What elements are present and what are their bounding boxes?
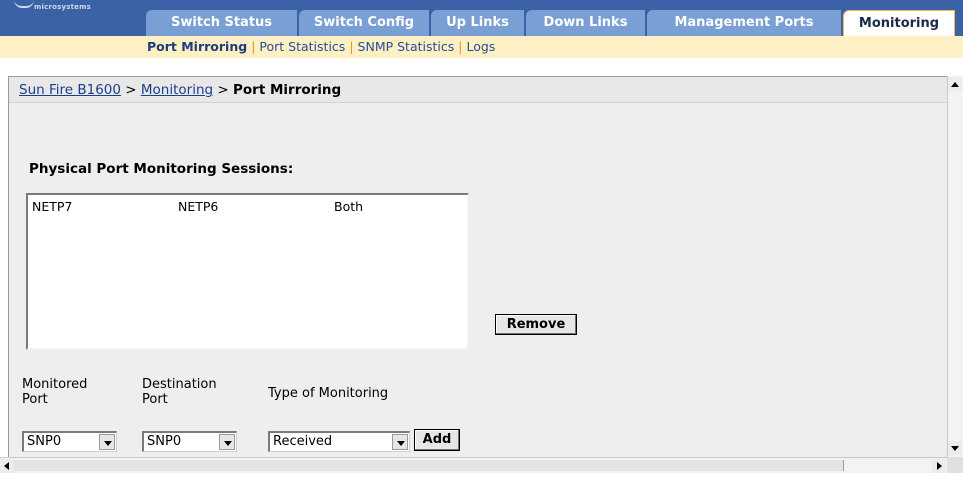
scroll-left-icon[interactable] [0, 459, 14, 473]
scroll-up-icon[interactable] [948, 77, 962, 91]
sessions-listbox[interactable]: NETP7 NETP6 Both [26, 193, 469, 350]
monitoring-type-label: Type of Monitoring [268, 386, 389, 401]
monitored-port-select[interactable]: SNP0 [22, 431, 117, 452]
scrollbar-corner [947, 457, 963, 473]
tab-down-links[interactable]: Down Links [526, 10, 645, 36]
breadcrumb-current: Port Mirroring [233, 82, 342, 98]
tab-switch-status[interactable]: Switch Status [146, 10, 297, 36]
tab-management-ports[interactable]: Management Ports [647, 10, 841, 36]
top-header: microsystems Switch Status Switch Config… [0, 0, 963, 38]
add-button[interactable]: Add [414, 429, 460, 451]
subnav-separator: | [349, 39, 354, 54]
breadcrumb-monitoring-link[interactable]: Monitoring [141, 82, 213, 98]
vertical-scrollbar[interactable] [947, 76, 963, 457]
destination-port-select[interactable]: SNP0 [142, 431, 237, 452]
horizontal-scrollbar[interactable] [0, 457, 947, 473]
subnav-separator: | [458, 39, 463, 54]
chevron-down-icon[interactable] [392, 434, 408, 450]
subnav-snmp-statistics[interactable]: SNMP Statistics [358, 39, 455, 54]
chevron-down-icon[interactable] [99, 434, 115, 450]
monitoring-type-value: Received [273, 434, 333, 449]
main-area: Sun Fire B1600 > Monitoring > Port Mirro… [0, 58, 963, 483]
breadcrumb-separator: > [217, 82, 229, 98]
destination-port-label: Destination Port [142, 377, 217, 407]
subnav-port-mirroring[interactable]: Port Mirroring [147, 39, 247, 54]
subnav-logs[interactable]: Logs [466, 39, 495, 54]
horizontal-scroll-thumb[interactable] [14, 460, 844, 471]
monitoring-type-select[interactable]: Received [268, 431, 410, 452]
breadcrumb: Sun Fire B1600 > Monitoring > Port Mirro… [9, 77, 948, 103]
scroll-right-icon[interactable] [932, 459, 946, 473]
sun-logo-icon [14, 0, 34, 8]
breadcrumb-root-link[interactable]: Sun Fire B1600 [19, 82, 121, 98]
session-monitored-port: NETP7 [32, 199, 73, 214]
session-destination-port: NETP6 [178, 199, 219, 214]
subnav-port-statistics[interactable]: Port Statistics [259, 39, 345, 54]
chevron-down-icon[interactable] [219, 434, 235, 450]
remove-button[interactable]: Remove [495, 314, 577, 335]
scroll-down-icon[interactable] [948, 441, 962, 455]
tab-monitoring[interactable]: Monitoring [843, 10, 955, 38]
breadcrumb-separator: > [125, 82, 137, 98]
content-panel: Sun Fire B1600 > Monitoring > Port Mirro… [8, 76, 948, 473]
tab-up-links[interactable]: Up Links [431, 10, 524, 36]
destination-port-value: SNP0 [147, 434, 182, 449]
subnav-separator: | [251, 39, 256, 54]
sub-navigation: Port Mirroring | Port Statistics | SNMP Stat… [0, 36, 963, 58]
sessions-title: Physical Port Monitoring Sessions: [29, 161, 294, 177]
monitored-port-value: SNP0 [27, 434, 62, 449]
session-type: Both [334, 199, 364, 214]
logo-text: microsystems [34, 3, 91, 11]
tab-switch-config[interactable]: Switch Config [299, 10, 429, 36]
monitored-port-label: Monitored Port [22, 377, 88, 407]
